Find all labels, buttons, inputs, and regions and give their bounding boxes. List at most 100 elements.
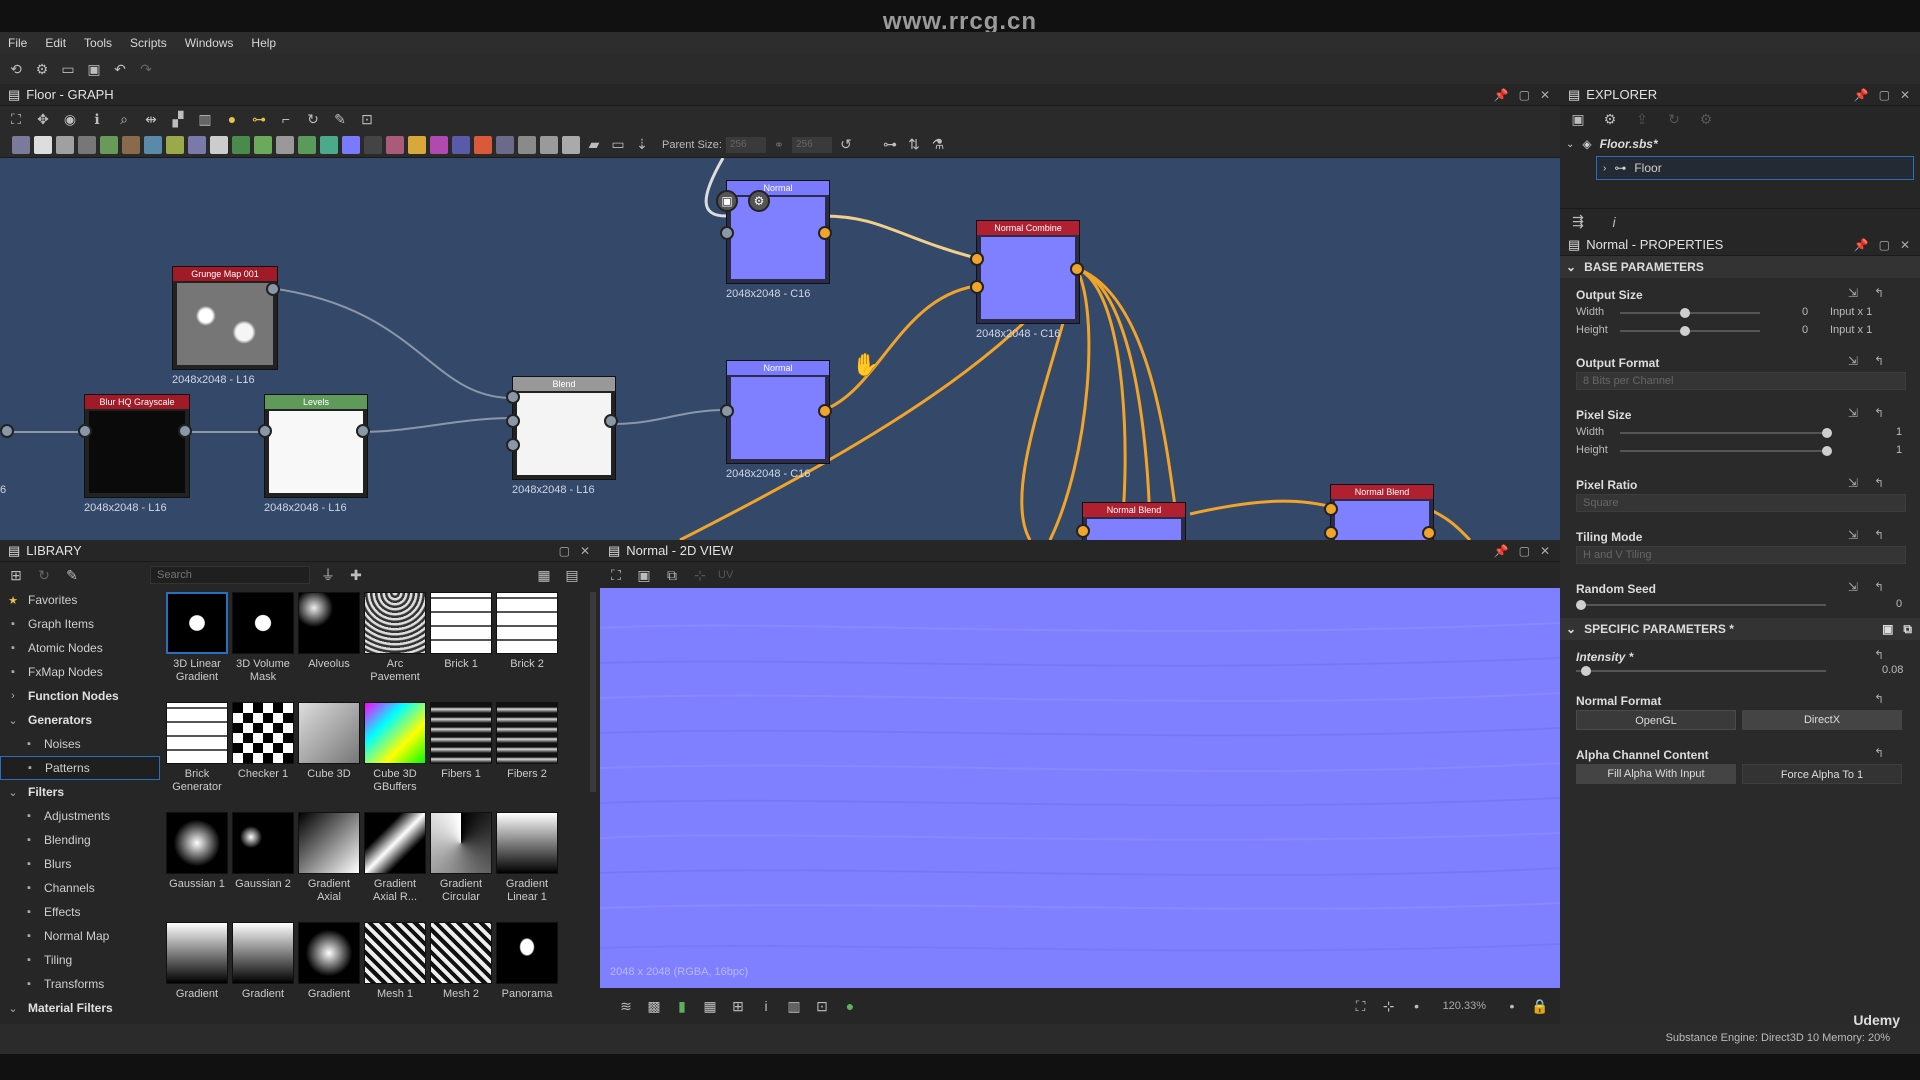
node-grid-icon[interactable] [210, 135, 228, 154]
reset-icon[interactable]: ↰ [1874, 580, 1884, 594]
view-frame-icon[interactable]: ⛶ [606, 565, 626, 585]
uv-icon[interactable]: ⊹ [690, 565, 710, 585]
intensity-knob[interactable] [1581, 666, 1591, 676]
connector-icon[interactable]: ⌐ [276, 109, 296, 129]
node-transform-icon[interactable] [188, 135, 206, 154]
new-substance-icon[interactable]: ⟲ [6, 59, 26, 79]
port-blend-in-2[interactable] [506, 414, 520, 428]
checker-icon[interactable]: ▩ [644, 996, 664, 1016]
library-item-thumbnail[interactable] [166, 922, 228, 984]
library-item-thumbnail[interactable] [166, 812, 228, 874]
output-height-slider[interactable] [1620, 326, 1760, 336]
output-format-select[interactable]: 8 Bits per Channel [1576, 372, 1906, 390]
chevron-down-icon[interactable]: ⌄ [1566, 139, 1574, 150]
python-icon[interactable]: ● [222, 109, 242, 129]
specific-parameters-section[interactable]: ⌄ SPECIFIC PARAMETERS * ▣ ⧉ [1560, 618, 1920, 640]
graph-canvas[interactable]: Normal ▣ ⚙ 2048x2048 - C16 Normal Combin… [0, 158, 1560, 540]
node-preview-toggle-icon[interactable]: ▣ [716, 190, 738, 212]
hierarchy-icon[interactable]: ⇶ [1568, 212, 1588, 232]
library-tree-item[interactable]: ▪ Noises [0, 732, 160, 756]
port-nb1-in[interactable] [1076, 524, 1090, 538]
node-blend-icon[interactable] [276, 135, 294, 154]
port-grunge-out[interactable] [266, 282, 280, 296]
node-svg-icon[interactable] [430, 135, 448, 154]
port-combine-out[interactable] [1070, 262, 1084, 276]
dot-icon[interactable]: • [1502, 996, 1522, 1016]
channel-icon[interactable]: ▮ [672, 996, 692, 1016]
library-tree-item[interactable]: ⌄ Material Filters [0, 996, 160, 1020]
link-icon[interactable]: ⚭ [774, 138, 784, 152]
expose-icon[interactable]: ⇲ [1848, 476, 1858, 490]
library-item-thumbnail[interactable] [166, 702, 228, 764]
tool-icon[interactable]: ✎ [330, 109, 350, 129]
reload-icon[interactable]: ↻ [1664, 109, 1684, 129]
port-blend-in-3[interactable] [506, 438, 520, 452]
node-blur-hq[interactable]: Blur HQ Grayscale [84, 394, 190, 498]
parent-size-a[interactable]: 256 [725, 136, 766, 153]
reset-icon[interactable]: ↰ [1874, 406, 1884, 420]
maximize-icon[interactable]: ▢ [1879, 238, 1890, 252]
pin-icon[interactable]: 📌 [1854, 88, 1869, 102]
library-tree-item[interactable]: ▪ Graph Items [0, 612, 160, 636]
library-item-thumbnail[interactable] [430, 922, 492, 984]
opengl-button[interactable]: OpenGL [1576, 710, 1736, 730]
uv-select[interactable]: UV [718, 569, 733, 581]
pin-icon[interactable]: 📌 [1854, 238, 1869, 252]
maximize-icon[interactable]: ▢ [1519, 544, 1530, 558]
reset-icon[interactable]: ↰ [1874, 476, 1884, 490]
library-scrollbar[interactable] [590, 592, 596, 792]
node-shuffle-icon[interactable] [78, 135, 96, 154]
library-item-thumbnail[interactable] [430, 592, 492, 654]
node-input-icon[interactable] [540, 135, 558, 154]
node-tile-icon[interactable] [496, 135, 514, 154]
align-icon[interactable]: ⇹ [141, 109, 161, 129]
dot-icon[interactable]: • [1407, 996, 1427, 1016]
expose-icon[interactable]: ⇲ [1848, 580, 1858, 594]
menu-file[interactable]: File [8, 36, 27, 50]
color-picker-icon[interactable]: ● [840, 996, 860, 1016]
explorer-file-row[interactable]: ⌄ ◈ Floor.sbs* [1560, 132, 1920, 156]
save-image-icon[interactable]: ▣ [634, 565, 654, 585]
info-icon[interactable]: i [756, 996, 776, 1016]
port-top-out[interactable] [818, 226, 832, 240]
undo-icon[interactable]: ↶ [110, 59, 130, 79]
refresh-icon[interactable]: ↻ [303, 109, 323, 129]
comment-icon[interactable]: ▰ [584, 135, 604, 155]
maximize-icon[interactable]: ▢ [1879, 88, 1890, 102]
pixel-ratio-select[interactable]: Square [1576, 494, 1906, 512]
copy-icon[interactable]: ⧉ [1903, 622, 1912, 637]
library-tree-item[interactable]: ▪ FxMap Nodes [0, 660, 160, 684]
library-item-thumbnail[interactable] [496, 592, 558, 654]
library-item-thumbnail[interactable] [298, 812, 360, 874]
library-tree-item[interactable]: ▪ Blending [0, 828, 160, 852]
output-width-mode[interactable]: Input x 1 [1830, 306, 1872, 318]
library-item-thumbnail[interactable] [232, 592, 294, 654]
close-icon[interactable]: ✕ [1540, 544, 1550, 558]
node-settings-icon[interactable]: ⚙ [748, 190, 770, 212]
library-tree-item[interactable]: ▪ Transforms [0, 972, 160, 996]
port-blur-out[interactable] [178, 424, 192, 438]
library-item-thumbnail[interactable] [364, 922, 426, 984]
edit-icon[interactable]: ✎ [62, 565, 82, 585]
redo-icon[interactable]: ↷ [136, 59, 156, 79]
snapshot-icon[interactable]: ⊡ [812, 996, 832, 1016]
maximize-icon[interactable]: ▢ [559, 544, 570, 558]
pixel-height-slider[interactable] [1620, 446, 1832, 456]
fill-alpha-button[interactable]: Fill Alpha With Input [1576, 764, 1736, 784]
frame-icon[interactable]: ▥ [195, 109, 215, 129]
refresh-icon[interactable]: ↻ [34, 565, 54, 585]
library-item-thumbnail[interactable] [298, 592, 360, 654]
preset-icon[interactable]: ▣ [1882, 622, 1893, 636]
port-combine-in-2[interactable] [970, 280, 984, 294]
node-blur-icon[interactable] [144, 135, 162, 154]
menu-windows[interactable]: Windows [185, 36, 234, 50]
copy-image-icon[interactable]: ⧉ [662, 565, 682, 585]
node-fx-icon[interactable] [232, 135, 250, 154]
node-bitmap-icon[interactable] [12, 135, 30, 154]
library-item-thumbnail[interactable] [364, 592, 426, 654]
grid-view-icon[interactable]: ▦ [534, 565, 554, 585]
pin-icon[interactable]: 📌 [1494, 544, 1509, 558]
base-parameters-section[interactable]: ⌄ BASE PARAMETERS [1560, 256, 1920, 278]
output-height-mode[interactable]: Input x 1 [1830, 324, 1872, 336]
add-filter-icon[interactable]: ✚ [346, 565, 366, 585]
